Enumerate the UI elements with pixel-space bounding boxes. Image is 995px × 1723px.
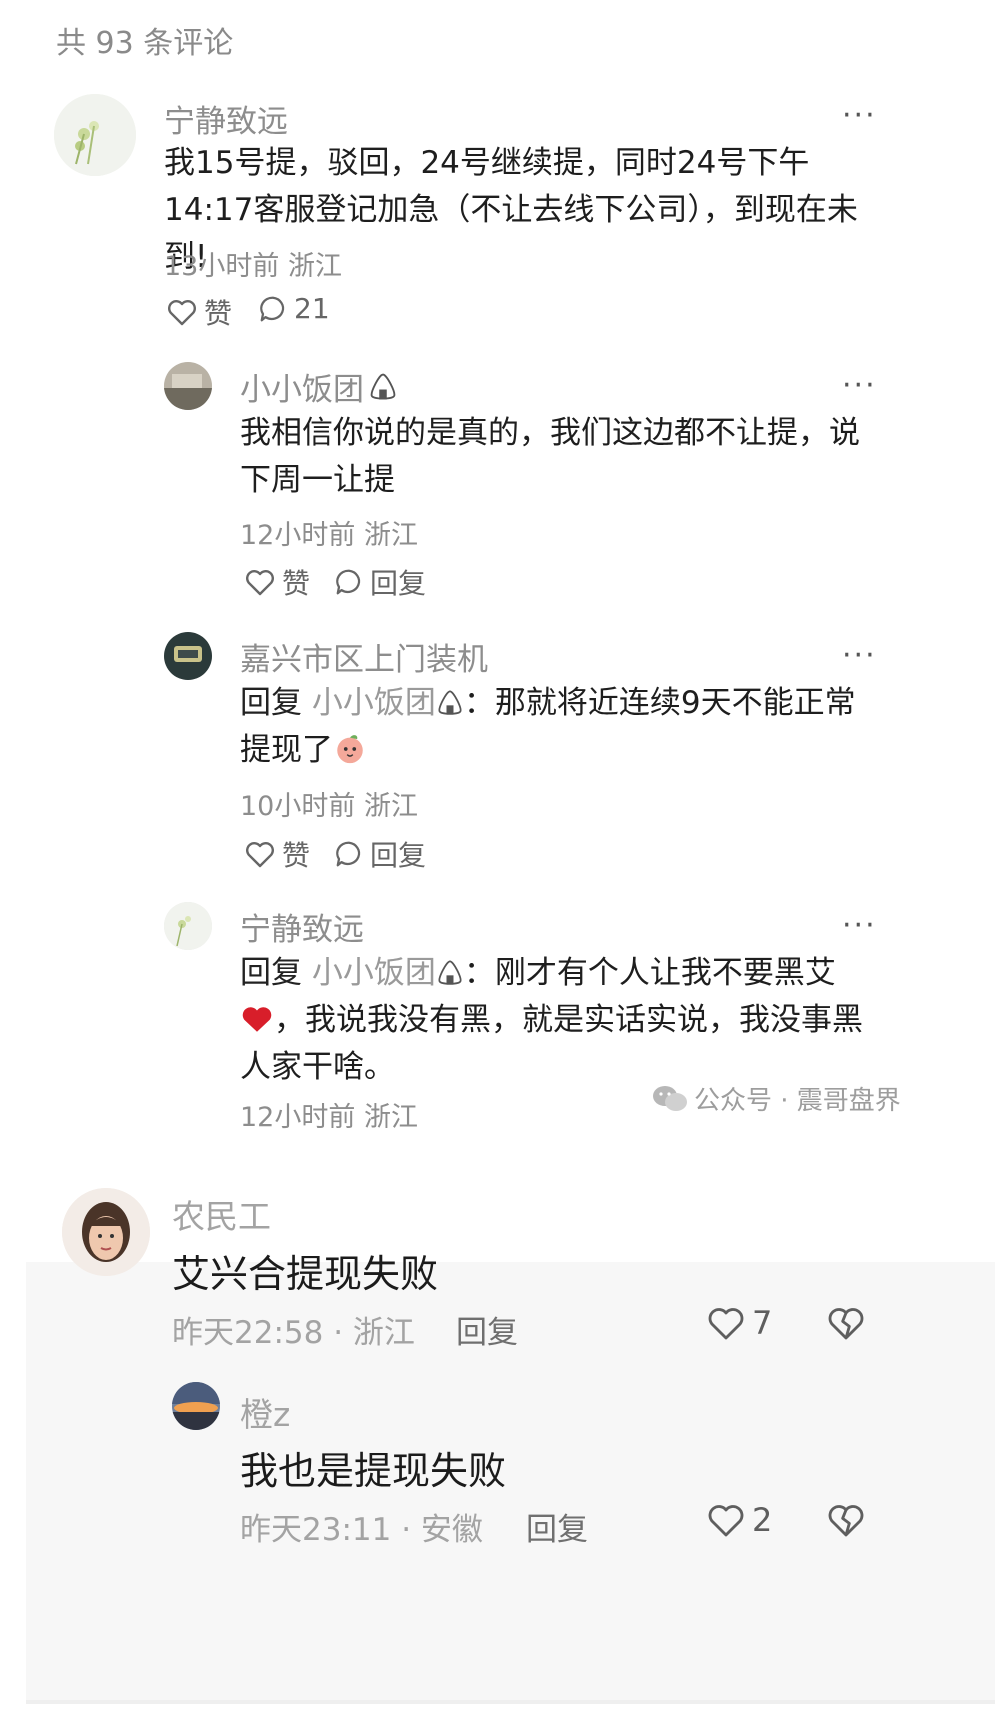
avatar-image — [164, 902, 212, 950]
dislike-button[interactable] — [826, 1501, 866, 1539]
like-button[interactable]: 赞 — [166, 292, 232, 332]
avatar[interactable] — [172, 1382, 220, 1430]
reply-meta: 10小时前 浙江 — [240, 791, 418, 822]
more-options-button[interactable]: ··· — [842, 368, 877, 403]
comment-username[interactable]: 宁静致远 — [164, 96, 288, 141]
peach-emoji-icon — [337, 735, 363, 764]
reply-text: 我相信你说的是真的，我们这边都不让提，说下周一让提 — [240, 415, 860, 498]
avatar-image — [62, 1188, 150, 1276]
broken-heart-icon — [828, 1308, 864, 1340]
comment-meta: 13小时前 浙江 — [164, 251, 342, 282]
reply-button[interactable]: 回复 — [334, 562, 426, 602]
avatar[interactable] — [164, 902, 212, 950]
divider — [26, 1700, 995, 1704]
heart-outline-icon — [168, 300, 196, 326]
avatar[interactable] — [54, 94, 136, 176]
reply-label: 回复 — [370, 839, 427, 872]
avatar-image — [164, 362, 212, 410]
heart-outline-icon — [246, 570, 274, 596]
reply-meta: 昨天23:11 · 安徽 — [240, 1512, 483, 1548]
reply-text: 我也是提现失败 — [240, 1449, 507, 1493]
like-button[interactable]: 赞 — [244, 834, 310, 874]
like-button[interactable]: 2 — [706, 1501, 772, 1539]
reply-text: 回复 小小饭团 ：刚才有个人让我不要黑艾 ，我说我没有黑，就是实话实说，我没事黑人家… — [240, 955, 863, 1085]
avatar-image — [172, 1382, 220, 1430]
like-count: 7 — [752, 1304, 773, 1342]
comment-bubble-icon — [336, 841, 361, 867]
comment-count: 共 93 条评论 — [56, 26, 234, 61]
dislike-button[interactable] — [826, 1304, 866, 1342]
comment-meta: 昨天22:58 · 浙江 — [172, 1315, 415, 1351]
like-label: 赞 — [204, 297, 233, 330]
red-heart-emoji-icon — [242, 1007, 272, 1032]
heart-outline-icon — [708, 1505, 744, 1537]
like-label: 赞 — [282, 567, 311, 600]
like-label: 赞 — [282, 839, 311, 872]
broken-heart-icon — [828, 1505, 864, 1537]
reply-to-username[interactable]: 小小饭团 — [312, 955, 436, 991]
avatar-image — [54, 94, 136, 176]
watermark: 公众号 · 震哥盘界 — [652, 1080, 901, 1117]
rice-ball-icon — [438, 960, 462, 985]
more-options-button[interactable]: ··· — [842, 638, 877, 673]
heart-outline-icon — [246, 842, 274, 868]
comment-text: 艾兴合提现失败 — [172, 1252, 439, 1296]
reply-count-button[interactable]: 21 — [258, 292, 330, 325]
reply-label: 回复 — [370, 567, 427, 600]
reply-button[interactable]: 回复 — [526, 1504, 588, 1549]
more-options-button[interactable]: ··· — [842, 98, 877, 133]
comment-bubble-icon — [336, 569, 361, 595]
avatar[interactable] — [164, 362, 212, 410]
reply-button[interactable]: 回复 — [334, 834, 426, 874]
reply-username[interactable]: 宁静致远 — [240, 904, 364, 949]
heart-outline-icon — [708, 1308, 744, 1340]
avatar[interactable] — [62, 1188, 150, 1276]
rice-ball-icon — [370, 373, 396, 399]
reply-button[interactable]: 回复 — [456, 1307, 518, 1352]
comment-username[interactable]: 农民工 — [172, 1190, 271, 1238]
avatar[interactable] — [164, 632, 212, 680]
reply-meta: 12小时前 浙江 — [240, 1102, 418, 1133]
reply-text: 回复 小小饭团 ：那就将近连续9天不能正常提现了 — [240, 685, 856, 768]
reply-username[interactable]: 嘉兴市区上门装机 — [240, 634, 488, 679]
like-count: 2 — [752, 1501, 773, 1539]
rice-ball-icon — [438, 690, 462, 715]
avatar-image — [164, 632, 212, 680]
reply-username[interactable]: 小小饭团 — [240, 364, 398, 409]
more-options-button[interactable]: ··· — [842, 908, 877, 943]
like-button[interactable]: 7 — [706, 1304, 772, 1342]
reply-count: 21 — [294, 292, 330, 325]
comment-bubble-icon — [260, 296, 285, 321]
reply-meta: 12小时前 浙江 — [240, 520, 418, 551]
reply-username[interactable]: 橙z — [240, 1388, 290, 1436]
wechat-icon — [653, 1085, 687, 1111]
reply-to-username[interactable]: 小小饭团 — [312, 685, 436, 721]
like-button[interactable]: 赞 — [244, 562, 310, 602]
